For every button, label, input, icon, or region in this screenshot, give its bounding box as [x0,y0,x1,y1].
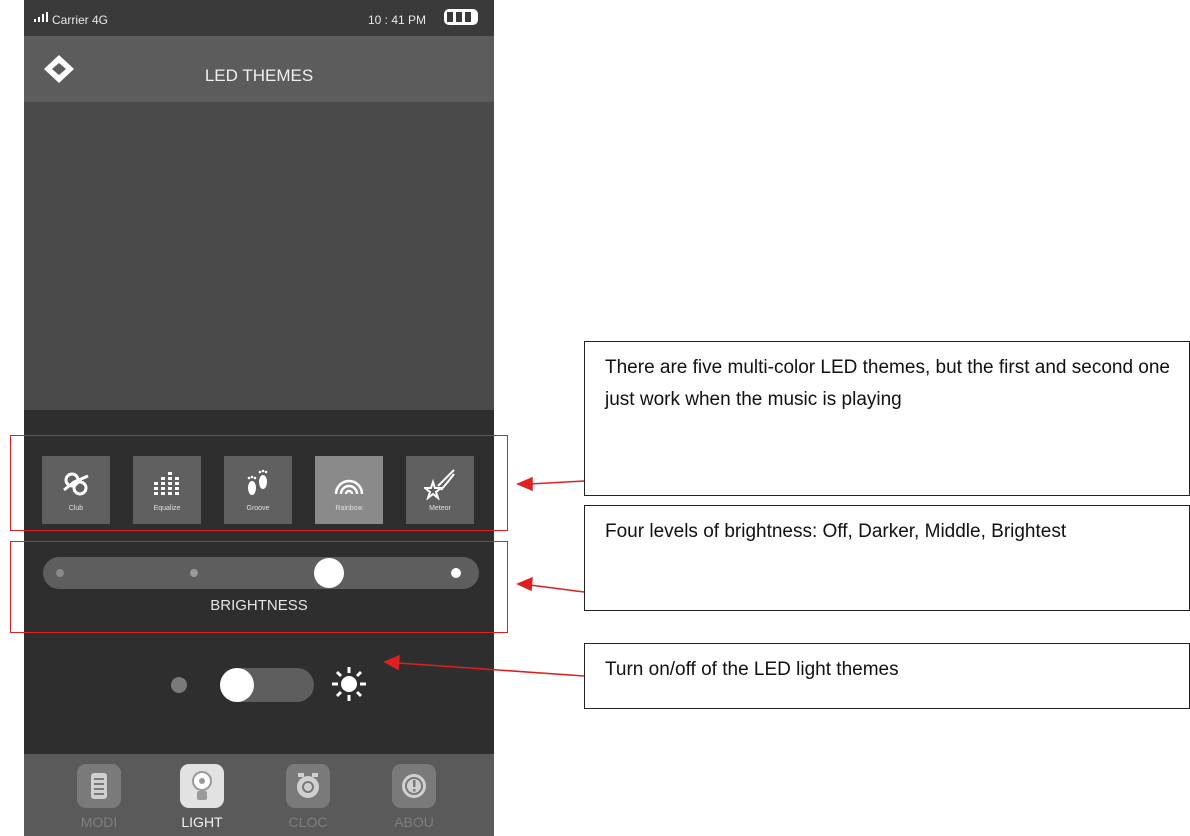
clock-time: 10 : 41 PM [368,13,427,27]
sun-icon [332,667,366,701]
toggle-callout: Turn on/off of the LED light themes [584,643,1190,709]
info-icon [392,764,436,808]
bottom-tab-bar: MODI LIGHT CLOC ABOU [24,754,494,836]
tab-label: LIGHT [181,814,223,830]
toggle-callout-text: Turn on/off of the LED light themes [605,659,899,680]
tab-light[interactable]: LIGHT [172,764,232,832]
tab-mode[interactable]: MODI [69,764,129,832]
theme-preview-area [24,102,494,410]
battery-icon [444,9,478,25]
title-bar: LED THEMES [24,36,494,102]
clock-icon [286,764,330,808]
tab-clock[interactable]: CLOC [278,764,338,832]
tab-label: MODI [80,814,118,830]
themes-highlight-box [10,435,508,531]
tab-label: ABOU [394,814,434,830]
brightness-callout-text: Four levels of brightness: Off, Darker, … [605,521,1067,542]
themes-callout-text: There are five multi-color LED themes, b… [605,357,1170,410]
tab-about[interactable]: ABOU [384,764,444,832]
carrier-label: Carrier 4G [52,13,109,27]
mode-icon [77,764,121,808]
page-title: LED THEMES [204,66,314,85]
brightness-highlight-box [10,541,508,633]
phone-screen: Carrier 4G 10 : 41 PM LED THEMES Club Eq… [24,0,494,836]
signal-icon [34,12,48,22]
themes-callout: There are five multi-color LED themes, b… [584,341,1190,496]
tab-label: CLOC [288,814,328,830]
off-indicator [171,677,187,693]
led-power-toggle[interactable] [220,668,314,702]
toggle-knob[interactable] [220,668,254,702]
status-bar: Carrier 4G 10 : 41 PM [24,0,494,36]
bulb-icon [180,764,224,808]
brightness-callout: Four levels of brightness: Off, Darker, … [584,505,1190,611]
